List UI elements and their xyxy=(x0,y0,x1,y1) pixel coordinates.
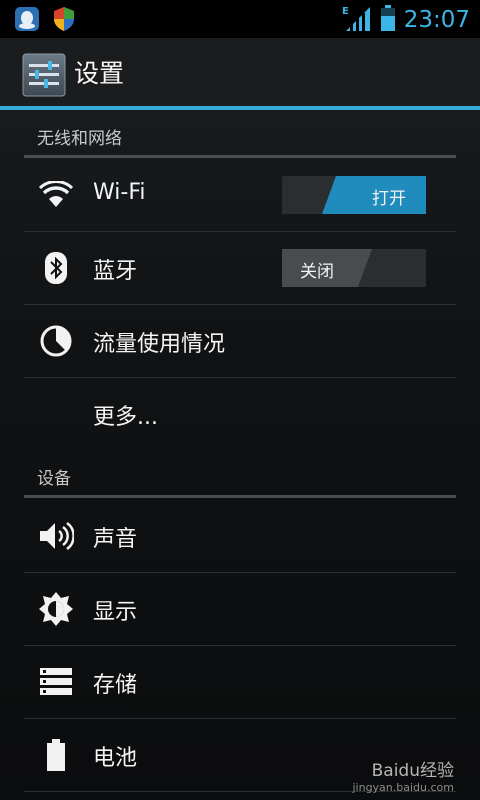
watermark-brand: Baidu经验 xyxy=(371,761,454,781)
settings-sliders-icon[interactable] xyxy=(22,53,66,101)
settings-screen: E 23:07 设置 无线和网络 Wi-Fi 打开 蓝牙 关闭 流量使用情况 更… xyxy=(0,0,480,800)
setting-row-display[interactable]: 显示 xyxy=(24,573,456,646)
setting-label-wifi: Wi-Fi xyxy=(93,180,146,205)
battery-icon xyxy=(38,737,74,773)
wifi-toggle-label: 打开 xyxy=(372,189,406,209)
page-title: 设置 xyxy=(74,59,125,88)
wifi-icon xyxy=(38,177,74,213)
setting-row-sound[interactable]: 声音 xyxy=(24,500,456,573)
setting-label-battery: 电池 xyxy=(93,746,138,771)
storage-icon xyxy=(38,664,74,700)
brightness-icon xyxy=(38,591,74,627)
section-header-wireless: 无线和网络 xyxy=(24,110,456,158)
setting-label-display: 显示 xyxy=(93,600,138,625)
action-bar: 设置 xyxy=(0,38,480,106)
setting-label-sound: 声音 xyxy=(93,527,138,552)
setting-row-data-usage[interactable]: 流量使用情况 xyxy=(24,305,456,378)
setting-row-more[interactable]: 更多... xyxy=(24,378,456,450)
watermark-url: jingyan.baidu.com xyxy=(352,781,454,794)
security-shield-icon[interactable] xyxy=(52,6,76,36)
section-divider xyxy=(24,155,456,158)
section-header-device: 设备 xyxy=(24,452,456,500)
battery-status-icon xyxy=(380,4,396,36)
status-bar: E 23:07 xyxy=(0,0,480,38)
setting-row-bluetooth[interactable]: 蓝牙 关闭 xyxy=(24,232,456,305)
setting-label-bluetooth: 蓝牙 xyxy=(93,259,138,284)
bluetooth-icon xyxy=(38,250,74,286)
speaker-icon xyxy=(38,518,74,554)
status-clock: 23:07 xyxy=(403,7,470,33)
setting-label-storage: 存储 xyxy=(93,673,138,698)
qq-notification-icon[interactable] xyxy=(14,6,40,36)
bluetooth-toggle[interactable]: 关闭 xyxy=(282,249,426,287)
network-type-icon: E xyxy=(342,4,372,36)
data-usage-icon xyxy=(38,323,74,359)
wifi-toggle[interactable]: 打开 xyxy=(282,176,426,214)
section-label-wireless: 无线和网络 xyxy=(37,129,122,149)
network-type-letter: E xyxy=(342,6,349,17)
watermark: Baidu经验 jingyan.baidu.com xyxy=(352,756,454,794)
bluetooth-toggle-label: 关闭 xyxy=(300,262,334,282)
section-divider xyxy=(24,495,456,498)
setting-row-storage[interactable]: 存储 xyxy=(24,646,456,719)
setting-label-data-usage: 流量使用情况 xyxy=(93,332,226,357)
setting-label-more: 更多... xyxy=(93,405,158,430)
setting-row-wifi[interactable]: Wi-Fi 打开 xyxy=(24,159,456,232)
section-label-device: 设备 xyxy=(37,469,71,489)
